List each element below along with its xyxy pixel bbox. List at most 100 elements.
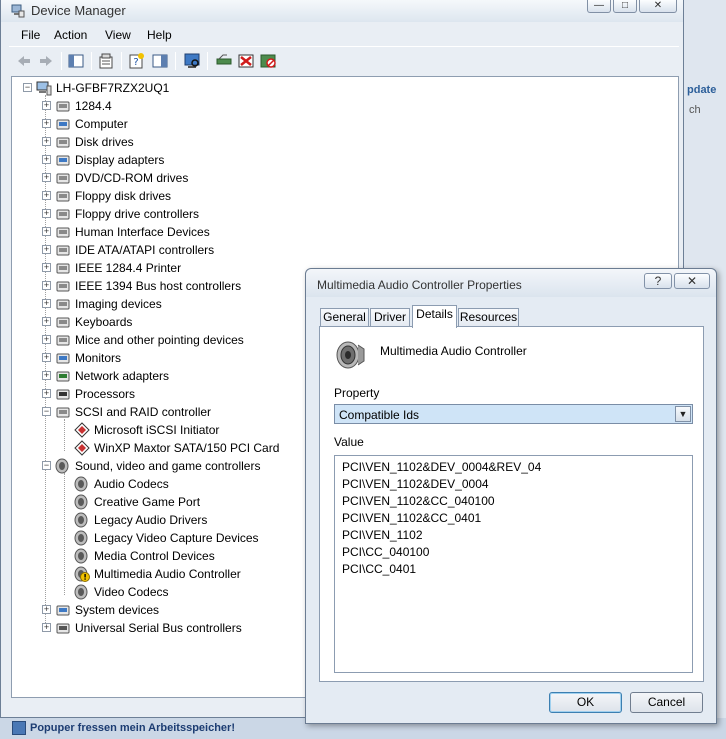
tree-category[interactable]: + Disk drives bbox=[12, 133, 672, 151]
speaker-icon bbox=[74, 530, 90, 546]
value-item[interactable]: PCI\VEN_1102&DEV_0004&REV_04 bbox=[342, 460, 541, 474]
scsi-device-icon bbox=[74, 440, 90, 456]
printer-icon bbox=[55, 260, 71, 276]
tree-item-label: Audio Codecs bbox=[94, 477, 169, 491]
update-driver-icon[interactable] bbox=[215, 52, 233, 70]
value-list[interactable]: PCI\VEN_1102&DEV_0004&REV_04 PCI\VEN_1102… bbox=[334, 455, 693, 673]
tree-category[interactable]: + Computer bbox=[12, 115, 672, 133]
expand-icon[interactable]: + bbox=[42, 353, 51, 362]
expand-icon[interactable]: + bbox=[42, 263, 51, 272]
back-icon[interactable] bbox=[15, 52, 33, 70]
view-icon[interactable] bbox=[151, 52, 169, 70]
tree-item-label: 1284.4 bbox=[75, 99, 112, 113]
expand-icon[interactable]: + bbox=[42, 281, 51, 290]
help-button[interactable]: ? bbox=[644, 273, 672, 289]
background-link[interactable]: Popuper fressen mein Arbeitsspeicher! bbox=[30, 722, 235, 734]
value-item[interactable]: PCI\VEN_1102&CC_0401 bbox=[342, 511, 481, 525]
cancel-button[interactable]: Cancel bbox=[630, 692, 703, 713]
help-icon[interactable]: ? bbox=[127, 52, 145, 70]
property-select[interactable]: Compatible Ids ▼ bbox=[334, 404, 693, 424]
ide-controller-icon bbox=[55, 242, 71, 258]
tree-category[interactable]: + IDE ATA/ATAPI controllers bbox=[12, 241, 672, 259]
toolbar-separator bbox=[207, 52, 208, 70]
value-item[interactable]: PCI\VEN_1102&DEV_0004 bbox=[342, 477, 489, 491]
expand-icon[interactable]: + bbox=[42, 209, 51, 218]
value-item[interactable]: PCI\CC_040100 bbox=[342, 545, 429, 559]
tree-item-label: DVD/CD-ROM drives bbox=[75, 171, 189, 185]
tab-driver[interactable]: Driver bbox=[370, 308, 410, 327]
menu-file[interactable]: File bbox=[21, 28, 40, 42]
tree-category[interactable]: + Display adapters bbox=[12, 151, 672, 169]
forward-icon[interactable] bbox=[37, 52, 55, 70]
expand-icon[interactable]: + bbox=[42, 101, 51, 110]
dialog-title-bar[interactable]: Multimedia Audio Controller Properties ?… bbox=[306, 269, 716, 297]
expand-icon[interactable]: + bbox=[42, 137, 51, 146]
show-hide-tree-icon[interactable] bbox=[67, 52, 85, 70]
menu-help[interactable]: Help bbox=[147, 28, 172, 42]
scsi-device-icon bbox=[74, 422, 90, 438]
expand-icon[interactable]: + bbox=[42, 299, 51, 308]
value-item[interactable]: PCI\CC_0401 bbox=[342, 562, 416, 576]
expand-icon[interactable]: + bbox=[42, 155, 51, 164]
expand-icon[interactable]: + bbox=[42, 605, 51, 614]
expand-icon[interactable]: + bbox=[42, 371, 51, 380]
system-device-icon bbox=[55, 602, 71, 618]
tree-item-label: Network adapters bbox=[75, 369, 170, 383]
expand-icon[interactable]: + bbox=[42, 227, 51, 236]
expand-icon[interactable]: + bbox=[42, 389, 51, 398]
toolbar-separator bbox=[121, 52, 122, 70]
tree-item-label: WinXP Maxtor SATA/150 PCI Card bbox=[94, 441, 280, 455]
tree-category[interactable]: + Floppy drive controllers bbox=[12, 205, 672, 223]
dialog-close-button[interactable]: ✕ bbox=[674, 273, 710, 289]
tree-category[interactable]: +1284.4 bbox=[12, 97, 672, 115]
tree-item-label: Display adapters bbox=[75, 153, 165, 167]
title-bar[interactable]: Device Manager — □ ✕ bbox=[1, 0, 683, 22]
minimize-button[interactable]: — bbox=[587, 0, 611, 13]
tab-details[interactable]: Details bbox=[412, 305, 457, 328]
expand-icon[interactable]: + bbox=[42, 245, 51, 254]
tree-item-label: Floppy drive controllers bbox=[75, 207, 200, 221]
speaker-icon bbox=[74, 476, 90, 492]
chevron-down-icon[interactable]: ▼ bbox=[675, 406, 691, 422]
tree-item-label: IEEE 1394 Bus host controllers bbox=[75, 279, 242, 293]
value-item[interactable]: PCI\VEN_1102 bbox=[342, 528, 423, 542]
tree-category[interactable]: + DVD/CD-ROM drives bbox=[12, 169, 672, 187]
expand-icon[interactable]: + bbox=[42, 623, 51, 632]
menu-action[interactable]: Action bbox=[54, 28, 87, 42]
toolbar: ? bbox=[9, 46, 679, 74]
value-item[interactable]: PCI\VEN_1102&CC_040100 bbox=[342, 494, 495, 508]
tree-root-label: LH-GFBF7RZX2UQ1 bbox=[56, 81, 170, 95]
network-adapter-icon bbox=[55, 368, 71, 384]
tab-general[interactable]: General bbox=[320, 308, 369, 327]
expand-icon[interactable]: + bbox=[42, 317, 51, 326]
disk-drive-icon bbox=[55, 134, 71, 150]
collapse-icon[interactable]: − bbox=[23, 83, 32, 92]
expand-icon[interactable]: + bbox=[42, 119, 51, 128]
tree-item-label: Legacy Video Capture Devices bbox=[94, 531, 259, 545]
tab-resources[interactable]: Resources bbox=[458, 308, 519, 327]
warning-speaker-icon bbox=[74, 566, 90, 582]
tree-root[interactable]: − LH-GFBF7RZX2UQ1 bbox=[12, 79, 672, 97]
tree-category[interactable]: + Human Interface Devices bbox=[12, 223, 672, 241]
properties-icon[interactable] bbox=[97, 52, 115, 70]
ok-button[interactable]: OK bbox=[549, 692, 622, 713]
speaker-icon bbox=[74, 548, 90, 564]
expand-icon[interactable]: + bbox=[42, 173, 51, 182]
collapse-icon[interactable]: − bbox=[42, 461, 51, 470]
tree-category[interactable]: + Floppy disk drives bbox=[12, 187, 672, 205]
collapse-icon[interactable]: − bbox=[42, 407, 51, 416]
keyboard-icon bbox=[55, 314, 71, 330]
monitor-icon bbox=[55, 350, 71, 366]
scan-hardware-icon[interactable] bbox=[183, 52, 201, 70]
tree-item-label: Keyboards bbox=[75, 315, 133, 329]
close-button[interactable]: ✕ bbox=[639, 0, 677, 13]
menu-view[interactable]: View bbox=[105, 28, 131, 42]
expand-icon[interactable]: + bbox=[42, 191, 51, 200]
maximize-button[interactable]: □ bbox=[613, 0, 637, 13]
uninstall-icon[interactable] bbox=[237, 52, 255, 70]
cd-drive-icon bbox=[55, 170, 71, 186]
disable-icon[interactable] bbox=[259, 52, 277, 70]
expand-icon[interactable]: + bbox=[42, 335, 51, 344]
tree-item-label: Processors bbox=[75, 387, 136, 401]
tree-item-label: Legacy Audio Drivers bbox=[94, 513, 208, 527]
